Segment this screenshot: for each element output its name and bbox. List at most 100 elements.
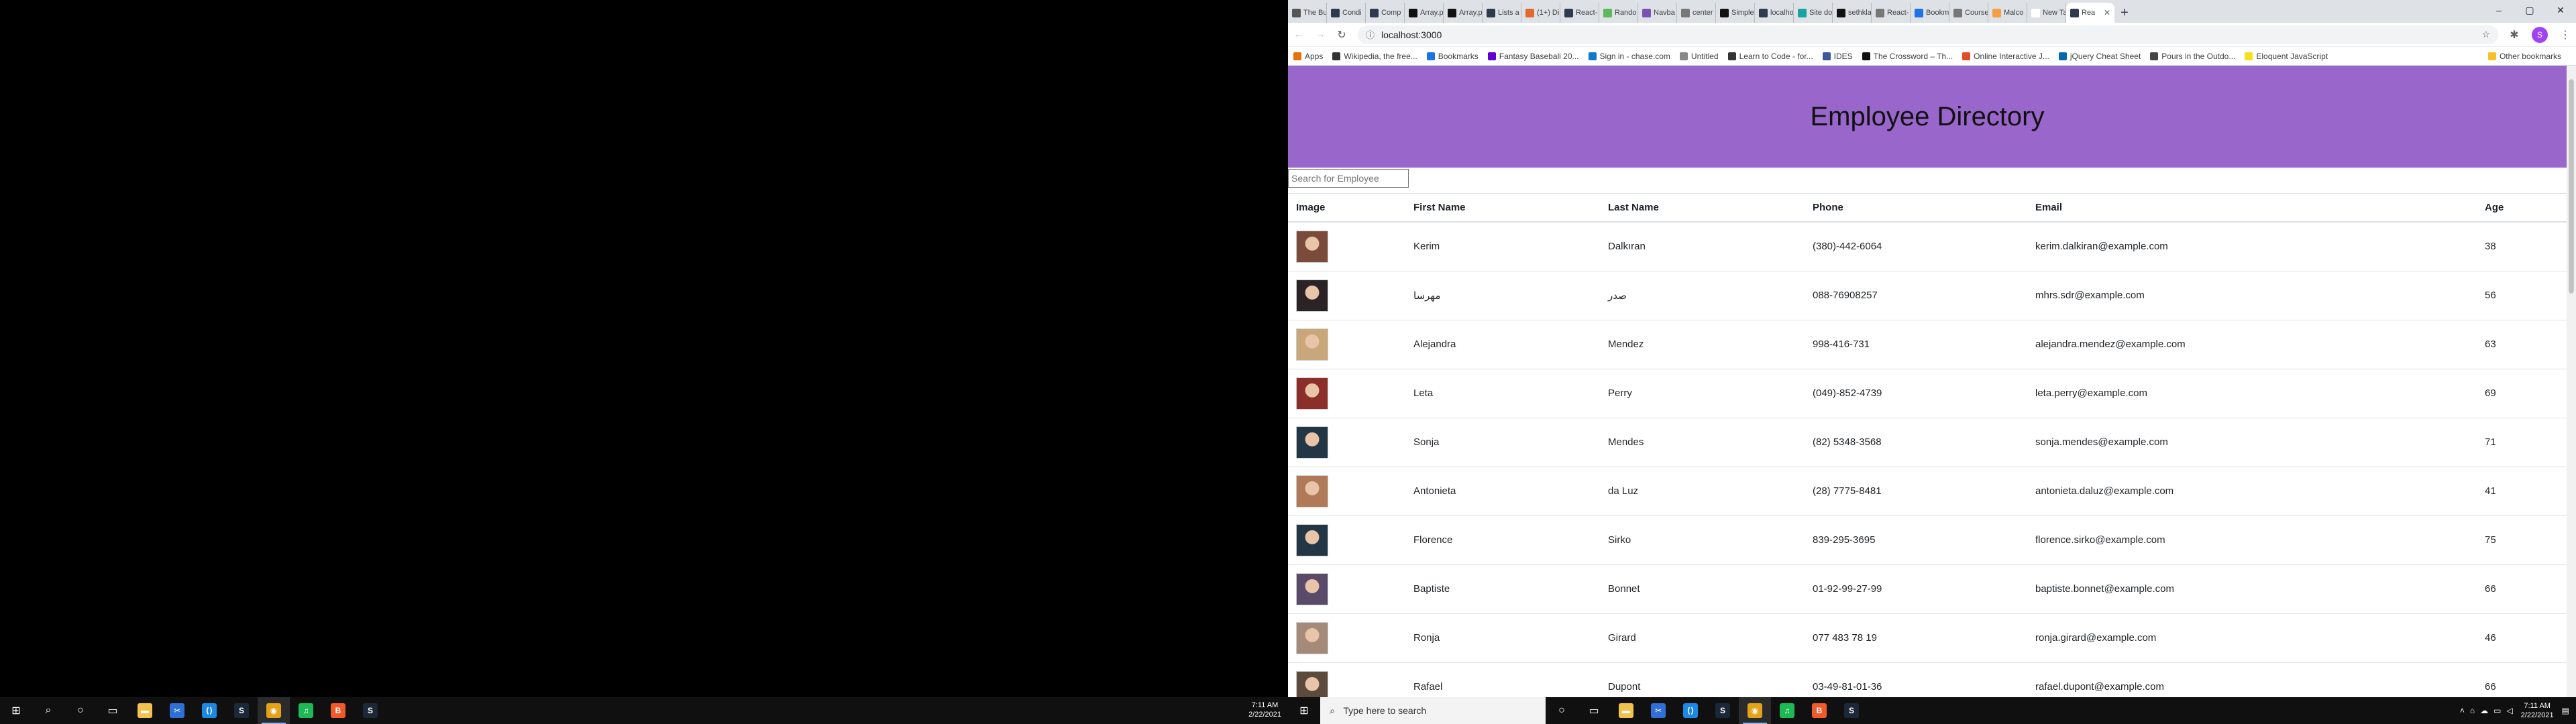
volume-icon[interactable]: ◁ xyxy=(2506,706,2512,715)
column-header-email[interactable]: Email xyxy=(2027,193,2477,223)
right-app-chrome[interactable]: ◉ xyxy=(1739,697,1771,724)
maximize-button[interactable]: ▢ xyxy=(2514,0,2545,20)
browser-tab[interactable]: Simple xyxy=(1716,3,1755,23)
left-clock[interactable]: 7:11 AM 2/22/2021 xyxy=(1248,701,1281,719)
cell-first-name: Baptiste xyxy=(1405,564,1600,613)
bookmark-item[interactable]: Untitled xyxy=(1679,52,1719,61)
column-header-phone[interactable]: Phone xyxy=(1805,193,2027,223)
browser-tab[interactable]: Site do xyxy=(1794,3,1833,23)
address-bar[interactable]: ⓘ localhost:3000 ☆ xyxy=(1358,25,2498,44)
bookmark-label: jQuery Cheat Sheet xyxy=(2070,51,2141,61)
browser-tab[interactable]: (1+) Di xyxy=(1521,3,1560,23)
search-input[interactable] xyxy=(1288,169,1409,188)
column-header-first-name[interactable]: First Name xyxy=(1405,193,1600,223)
windows-start-icon[interactable]: ⊞ xyxy=(1288,697,1320,724)
bookmark-item[interactable]: jQuery Cheat Sheet xyxy=(2058,51,2141,61)
cell-age: 66 xyxy=(2477,662,2567,697)
bookmark-item[interactable]: Bookmarks xyxy=(1426,52,1479,61)
left-app-steam[interactable]: S xyxy=(225,697,258,724)
back-icon[interactable]: ← xyxy=(1288,24,1309,46)
scrollbar-thumb[interactable] xyxy=(2569,79,2574,294)
new-tab-button[interactable]: + xyxy=(2114,3,2135,23)
right-app-brave[interactable]: B xyxy=(1803,697,1835,724)
network-icon[interactable]: ⌂ xyxy=(2470,706,2475,715)
search-icon[interactable]: ⌕ xyxy=(32,697,64,724)
onedrive-icon[interactable]: ☁ xyxy=(2480,706,2488,715)
windows-start-icon[interactable]: ⊞ xyxy=(0,697,32,724)
menu-icon[interactable]: ⋮ xyxy=(2555,24,2576,46)
cell-image xyxy=(1288,270,1405,320)
right-app-steam[interactable]: S xyxy=(1707,697,1739,724)
left-app-vscode[interactable]: ⟨⟩ xyxy=(193,697,225,724)
right-app-steam2[interactable]: S xyxy=(1835,697,1868,724)
bookmark-item[interactable]: Wikipedia, the free... xyxy=(1332,52,1417,61)
cortana-icon[interactable]: ○ xyxy=(1546,697,1578,724)
cell-email: baptiste.bonnet@example.com xyxy=(2027,564,2477,613)
battery-icon[interactable]: ▭ xyxy=(2493,706,2501,715)
bookmark-item[interactable]: Online Interactive J... xyxy=(1962,52,2049,61)
right-app-vscode[interactable]: ⟨⟩ xyxy=(1674,697,1707,724)
browser-tab[interactable]: Condi xyxy=(1327,3,1366,23)
chevron-up-icon[interactable]: ˄ xyxy=(2460,706,2465,715)
browser-tab[interactable]: sethkla xyxy=(1833,3,1872,23)
left-app-file-explorer[interactable]: ▬ xyxy=(129,697,161,724)
bookmark-star-icon[interactable]: ☆ xyxy=(2481,29,2490,40)
bookmark-item[interactable]: Learn to Code - for... xyxy=(1727,52,1813,61)
browser-tab[interactable]: Comp xyxy=(1366,3,1405,23)
reload-icon[interactable]: ↻ xyxy=(1331,24,1352,46)
browser-tab[interactable]: Course xyxy=(1949,3,1988,23)
tab-close-icon[interactable]: ✕ xyxy=(2104,8,2110,17)
left-app-brave[interactable]: B xyxy=(322,697,354,724)
browser-tab[interactable]: Navba xyxy=(1638,3,1677,23)
bookmark-item[interactable]: The Crossword – Th... xyxy=(1862,52,1953,61)
right-clock[interactable]: 7:11 AM 2/22/2021 xyxy=(2521,701,2554,720)
bookmark-item[interactable]: IDES xyxy=(1822,52,1853,61)
task-view-icon[interactable]: ▭ xyxy=(1578,697,1610,724)
right-app-spotify[interactable]: ♫ xyxy=(1771,697,1803,724)
profile-avatar[interactable]: S xyxy=(2532,26,2548,43)
notification-icon[interactable]: ▤ xyxy=(2562,706,2569,715)
browser-tab[interactable]: center xyxy=(1677,3,1716,23)
left-app-spotify[interactable]: ♫ xyxy=(290,697,322,724)
left-app-snipping[interactable]: ✂ xyxy=(161,697,193,724)
bookmark-item[interactable]: Sign in - chase.com xyxy=(1588,52,1670,61)
extensions-icon[interactable]: ✱ xyxy=(2504,24,2525,46)
bookmark-item[interactable]: Fantasy Baseball 20... xyxy=(1487,52,1579,61)
browser-tab[interactable]: The Bu xyxy=(1288,3,1327,23)
other-bookmarks[interactable]: Other bookmarks xyxy=(2487,52,2561,61)
bookmark-label: Pours in the Outdo... xyxy=(2161,51,2236,61)
column-header-image[interactable]: Image xyxy=(1288,193,1405,223)
cortana-icon[interactable]: ○ xyxy=(64,697,97,724)
right-app-file-explorer[interactable]: ▬ xyxy=(1610,697,1642,724)
minimize-button[interactable]: – xyxy=(2483,0,2514,20)
browser-tab[interactable]: Rea ✕ xyxy=(2066,3,2114,23)
bookmark-item[interactable]: Eloquent JavaScript xyxy=(2245,52,2328,61)
left-app-chrome[interactable]: ◉ xyxy=(258,697,290,724)
browser-tab[interactable]: Lists a xyxy=(1483,3,1521,23)
right-app-snipping[interactable]: ✂ xyxy=(1642,697,1674,724)
browser-tab[interactable]: Rando xyxy=(1599,3,1638,23)
browser-tab[interactable]: New Tab xyxy=(2027,3,2066,23)
taskbar-search-box[interactable]: ⌕ Type here to search xyxy=(1320,697,1546,724)
close-window-button[interactable]: ✕ xyxy=(2545,0,2576,20)
browser-tab[interactable]: Malco xyxy=(1988,3,2027,23)
column-header-last-name[interactable]: Last Name xyxy=(1600,193,1805,223)
browser-tab[interactable]: Array.p xyxy=(1405,3,1444,23)
file-explorer-icon: ▬ xyxy=(1619,703,1633,718)
column-header-age[interactable]: Age xyxy=(2477,193,2567,223)
site-info-icon[interactable]: ⓘ xyxy=(1366,28,1375,41)
browser-tab[interactable]: Array.p xyxy=(1444,3,1483,23)
browser-tab[interactable]: React- xyxy=(1560,3,1599,23)
forward-icon[interactable]: → xyxy=(1309,24,1331,46)
browser-tab[interactable]: React- xyxy=(1872,3,1911,23)
bookmark-item[interactable]: Pours in the Outdo... xyxy=(2150,52,2235,61)
tab-label: Rando xyxy=(1615,9,1637,17)
page-scrollbar[interactable] xyxy=(2567,66,2576,697)
bookmark-item[interactable]: Apps xyxy=(1293,52,1323,61)
table-row: Alejandra Mendez 998-416-731 alejandra.mend… xyxy=(1288,319,2567,369)
cell-email: alejandra.mendez@example.com xyxy=(2027,319,2477,369)
task-view-icon[interactable]: ▭ xyxy=(97,697,129,724)
browser-tab[interactable]: Bookm xyxy=(1911,3,1949,23)
browser-tab[interactable]: localho xyxy=(1755,3,1794,23)
left-app-steam2[interactable]: S xyxy=(354,697,386,724)
